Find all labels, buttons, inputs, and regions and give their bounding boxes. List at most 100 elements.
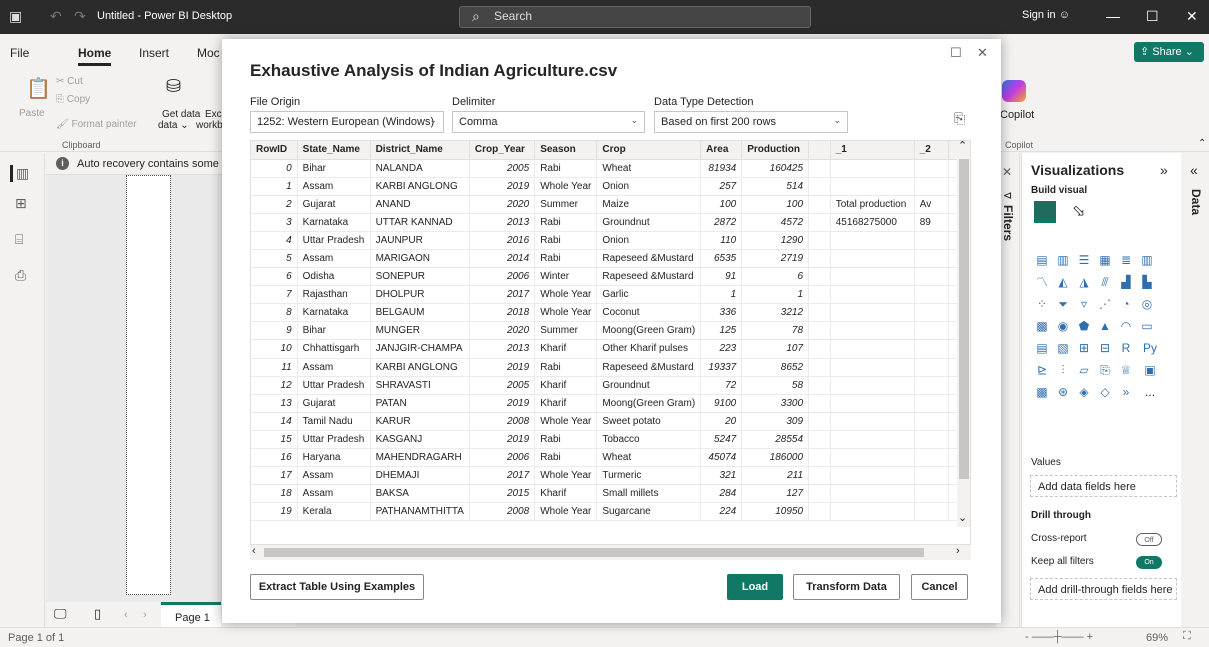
- transform-data-button[interactable]: Transform Data: [793, 574, 900, 600]
- area-chart-icon[interactable]: ◭: [1054, 273, 1072, 291]
- excel-button-2[interactable]: workb: [196, 120, 223, 131]
- filter-chart-icon[interactable]: ▿: [1075, 295, 1093, 313]
- gauge-icon[interactable]: ◠: [1117, 317, 1135, 335]
- report-view-icon[interactable]: ▥: [10, 165, 29, 182]
- file-origin-select[interactable]: 1252: Western European (Windows) ⌄: [250, 111, 444, 133]
- expand-data-icon[interactable]: «: [1190, 162, 1198, 178]
- excel-button[interactable]: Exc: [205, 109, 222, 120]
- line-column-icon[interactable]: ▟: [1117, 273, 1135, 291]
- model-view-icon[interactable]: ⌸: [15, 231, 23, 248]
- format-painter-button[interactable]: 🖌 Format painter: [56, 119, 137, 130]
- maximize-icon[interactable]: ☐: [1146, 8, 1159, 25]
- slicer-icon[interactable]: ▧: [1054, 339, 1072, 357]
- copilot-button[interactable]: Copilot: [1000, 109, 1034, 121]
- key-influencers-icon[interactable]: ⊵: [1033, 361, 1051, 379]
- close-icon[interactable]: ✕: [1186, 8, 1198, 25]
- paste-button[interactable]: Paste: [19, 108, 45, 119]
- treemap-icon[interactable]: ▩: [1033, 317, 1051, 335]
- get-data-button[interactable]: Get data: [162, 109, 200, 120]
- maximize-dialog-icon[interactable]: ☐: [950, 45, 962, 61]
- scroll-down-icon[interactable]: ⌄: [958, 511, 967, 524]
- cancel-button[interactable]: Cancel: [911, 574, 968, 600]
- get-data-dropdown[interactable]: data ⌄: [158, 120, 189, 131]
- stacked-column-icon[interactable]: ▥: [1054, 251, 1072, 269]
- tab-insert[interactable]: Insert: [139, 46, 169, 60]
- prev-page-icon[interactable]: ‹: [124, 609, 128, 621]
- data-pane[interactable]: « Data: [1182, 153, 1209, 627]
- stacked-bar-icon[interactable]: ▤: [1033, 251, 1051, 269]
- detection-select[interactable]: Based on first 200 rows ⌄: [654, 111, 848, 133]
- close-pane-icon[interactable]: ✕: [1002, 165, 1012, 179]
- percent-column-icon[interactable]: ▥: [1138, 251, 1156, 269]
- funnel-icon[interactable]: ⏷: [1054, 295, 1072, 313]
- fit-page-icon[interactable]: ⛶: [1183, 630, 1191, 643]
- pie-chart-icon[interactable]: ◔: [1117, 295, 1135, 313]
- save-icon[interactable]: ▣: [9, 8, 22, 25]
- zoom-slider[interactable]: - ——┼—— +: [1025, 631, 1093, 643]
- page-tab[interactable]: Page 1: [161, 602, 221, 627]
- mobile-layout-icon[interactable]: ▯: [94, 606, 101, 622]
- copilot-visual-icon[interactable]: ◈: [1075, 383, 1093, 401]
- chevron-visual-icon[interactable]: »: [1117, 383, 1135, 401]
- scatter-icon[interactable]: ⁘: [1033, 295, 1051, 313]
- delimiter-select[interactable]: Comma ⌄: [452, 111, 645, 133]
- next-page-icon[interactable]: ›: [143, 609, 147, 621]
- ribbon-chart-icon[interactable]: ⫻: [1096, 273, 1114, 291]
- cut-button[interactable]: ✂ Cut: [56, 76, 83, 87]
- scroll-left-icon[interactable]: ‹: [252, 545, 256, 557]
- python-visual-icon[interactable]: Py: [1141, 339, 1159, 357]
- search-box[interactable]: ⌕ Search: [459, 6, 811, 28]
- clustered-column-icon[interactable]: ▦: [1096, 251, 1114, 269]
- map-icon[interactable]: ◉: [1054, 317, 1072, 335]
- vertical-scrollbar[interactable]: ⌃ ⌄: [957, 141, 970, 527]
- table-view-icon[interactable]: ⊞: [15, 195, 27, 212]
- tab-file[interactable]: File: [10, 46, 29, 60]
- extract-table-button[interactable]: Extract Table Using Examples: [250, 574, 424, 600]
- qna-icon[interactable]: ▱: [1075, 361, 1093, 379]
- collapse-ribbon-icon[interactable]: ⌃: [1198, 138, 1206, 149]
- desktop-layout-icon[interactable]: 🖵: [54, 606, 67, 622]
- cross-report-toggle[interactable]: Off: [1136, 533, 1162, 546]
- horizontal-scroll-thumb[interactable]: [264, 548, 924, 557]
- power-apps-icon[interactable]: ▩: [1033, 383, 1051, 401]
- close-dialog-icon[interactable]: ✕: [977, 45, 988, 61]
- dax-view-icon[interactable]: ⎙: [15, 267, 26, 284]
- copy-button[interactable]: ⎘ Copy: [56, 94, 90, 105]
- more-visuals-icon[interactable]: ...: [1141, 383, 1159, 401]
- r-visual-icon[interactable]: R: [1117, 339, 1135, 357]
- horizontal-scrollbar[interactable]: ‹ ›: [250, 545, 971, 560]
- scatter-chart-icon[interactable]: ⋰: [1096, 295, 1114, 313]
- redo-icon[interactable]: ↷: [74, 8, 86, 25]
- share-button[interactable]: ⇪ Share ⌄: [1134, 42, 1204, 62]
- build-visual-icon[interactable]: [1034, 201, 1056, 223]
- waterfall-icon[interactable]: ▙: [1138, 273, 1156, 291]
- diamond-visual-icon[interactable]: ◇: [1096, 383, 1114, 401]
- tab-home[interactable]: Home: [78, 46, 112, 66]
- refresh-preview-icon[interactable]: ⎘: [954, 110, 965, 127]
- drill-through-drop-zone[interactable]: Add drill-through fields here: [1030, 578, 1177, 600]
- collapse-viz-icon[interactable]: »: [1160, 162, 1168, 178]
- vertical-scroll-thumb[interactable]: [959, 159, 969, 479]
- narrative-icon[interactable]: ⎘: [1096, 361, 1114, 379]
- load-button[interactable]: Load: [727, 574, 783, 600]
- report-page[interactable]: [126, 175, 171, 595]
- percent-bar-icon[interactable]: ≣: [1117, 251, 1135, 269]
- power-automate-icon[interactable]: ⊛: [1054, 383, 1072, 401]
- scroll-right-icon[interactable]: ›: [956, 545, 960, 557]
- tab-modeling[interactable]: Moc: [197, 46, 220, 60]
- format-visual-icon[interactable]: ⬂: [1072, 201, 1085, 221]
- paginated-report-icon[interactable]: ▣: [1141, 361, 1159, 379]
- clustered-bar-icon[interactable]: ☰: [1075, 251, 1093, 269]
- goals-icon[interactable]: ♕: [1117, 361, 1135, 379]
- decomposition-tree-icon[interactable]: ⫶: [1054, 361, 1072, 379]
- keep-filters-toggle[interactable]: On: [1136, 556, 1162, 569]
- kpi-icon[interactable]: ▤: [1033, 339, 1051, 357]
- minimize-icon[interactable]: —: [1106, 8, 1120, 24]
- filled-map-icon[interactable]: ⬟: [1075, 317, 1093, 335]
- card-icon[interactable]: ▭: [1138, 317, 1156, 335]
- values-drop-zone[interactable]: Add data fields here: [1030, 475, 1177, 497]
- line-chart-icon[interactable]: 〽: [1033, 273, 1051, 291]
- azure-map-icon[interactable]: ▲: [1096, 317, 1114, 335]
- undo-icon[interactable]: ↶: [50, 8, 62, 25]
- matrix-icon[interactable]: ⊟: [1096, 339, 1114, 357]
